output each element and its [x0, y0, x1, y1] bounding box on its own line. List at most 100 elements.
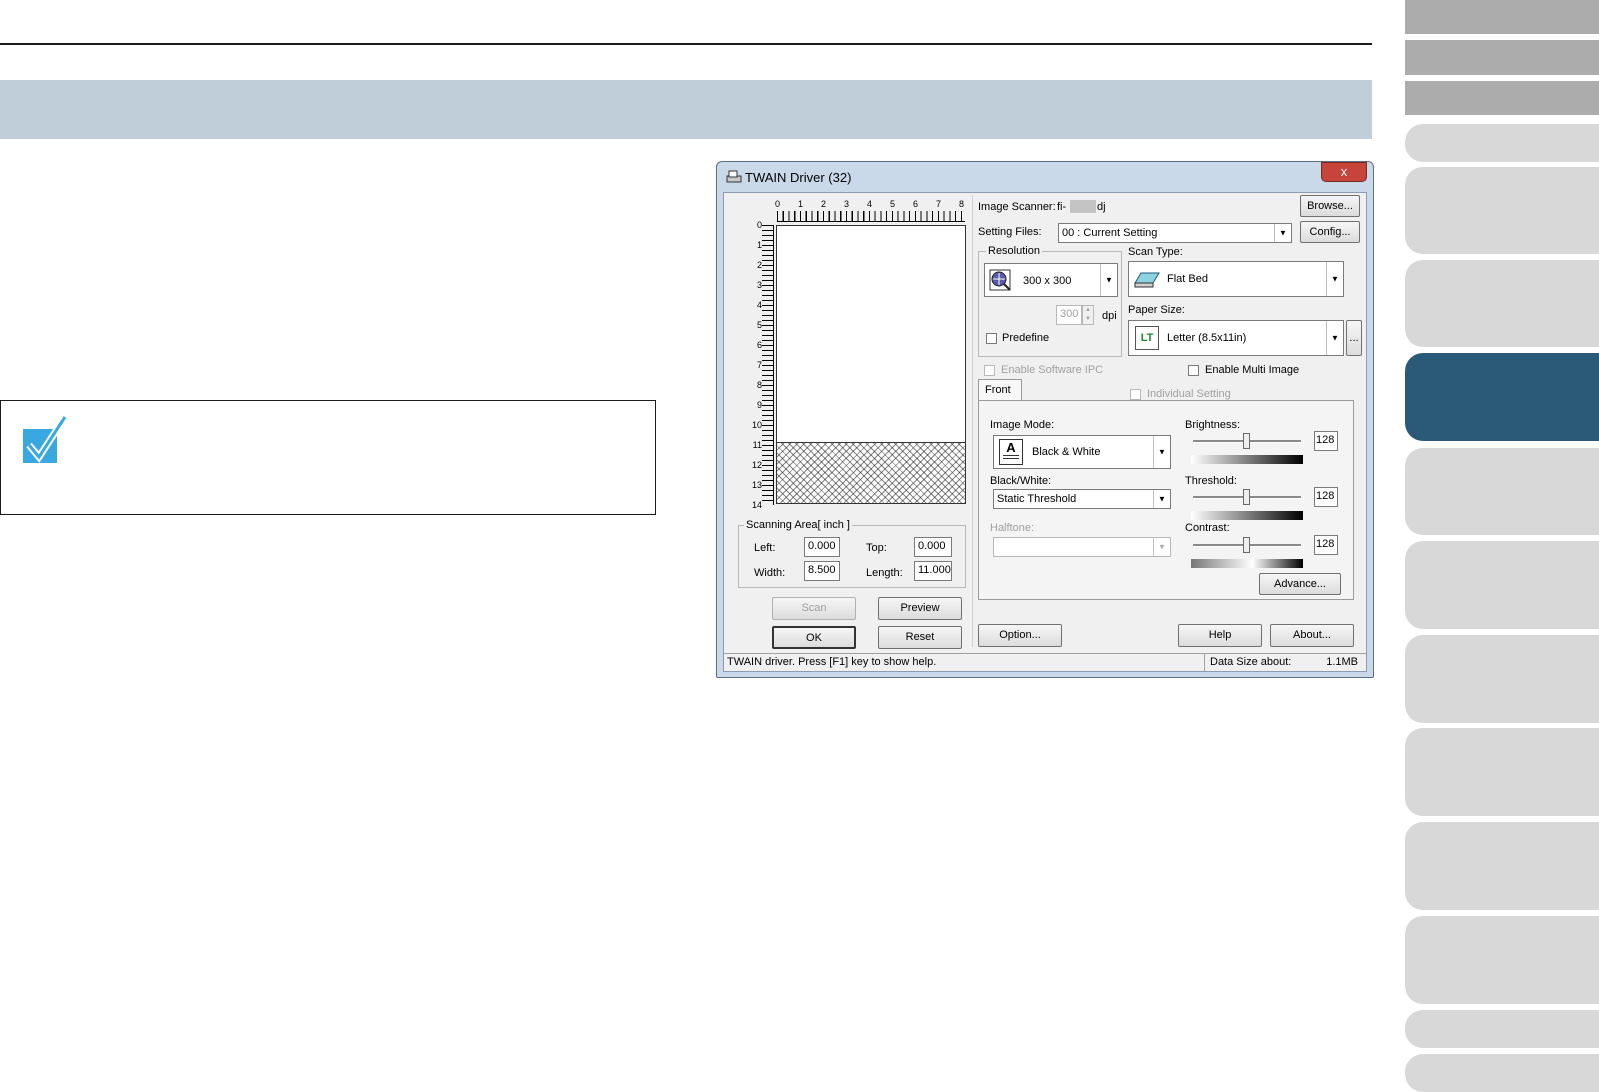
enable-multi-image-checkbox[interactable] — [1188, 365, 1199, 376]
status-text: TWAIN driver. Press [F1] key to show hel… — [727, 656, 937, 668]
contrast-slider-thumb[interactable] — [1243, 537, 1250, 553]
status-divider — [1204, 654, 1205, 671]
individual-setting-label: Individual Setting — [1147, 388, 1231, 400]
length-label: Length: — [866, 567, 903, 579]
about-button[interactable]: About... — [1270, 624, 1354, 647]
nav-tab-12[interactable] — [1405, 1054, 1599, 1092]
left-input[interactable]: 0.000 — [804, 537, 840, 557]
ruler-tick-label: 13 — [751, 480, 762, 490]
resolution-select[interactable]: 300 x 300 ▼ — [984, 263, 1118, 297]
nav-tab-top-1[interactable] — [1405, 0, 1599, 34]
nav-tab-11[interactable] — [1405, 1010, 1599, 1048]
paper-size-select[interactable]: LT Letter (8.5x11in) ▼ — [1128, 320, 1344, 356]
chevron-down-icon[interactable]: ▼ — [1153, 490, 1170, 508]
nav-tab-10[interactable] — [1405, 916, 1599, 1004]
nav-tab-9[interactable] — [1405, 822, 1599, 910]
chevron-down-icon[interactable]: ▼ — [1326, 321, 1343, 355]
brightness-slider-thumb[interactable] — [1243, 433, 1250, 449]
paper-size-more-button[interactable]: ... — [1346, 320, 1362, 356]
image-mode-value: Black & White — [1032, 446, 1101, 458]
dpi-spin-buttons[interactable]: ▲ ▼ — [1082, 305, 1094, 325]
nav-tab-8[interactable] — [1405, 728, 1599, 816]
section-heading-band — [0, 80, 1372, 139]
nav-tab-1[interactable] — [1405, 124, 1599, 162]
dpi-spin-input[interactable]: 300 — [1056, 305, 1082, 325]
image-mode-select[interactable]: A Black & White ▼ — [993, 435, 1171, 469]
nav-tab-7[interactable] — [1405, 635, 1599, 723]
ruler-ticks-left — [762, 225, 774, 505]
ok-button[interactable]: OK — [772, 626, 856, 649]
black-white-select[interactable]: Static Threshold ▼ — [993, 489, 1171, 509]
unscanned-region — [776, 442, 966, 504]
ruler-tick-label: 6 — [913, 199, 919, 209]
help-button[interactable]: Help — [1178, 624, 1262, 647]
nav-tab-top-2[interactable] — [1405, 40, 1599, 75]
predefine-checkbox[interactable] — [986, 333, 997, 344]
ruler-tick-label: 2 — [821, 199, 827, 209]
chevron-down-icon[interactable]: ▼ — [1100, 264, 1117, 296]
reset-button[interactable]: Reset — [878, 626, 962, 649]
scan-button[interactable]: Scan — [772, 597, 856, 620]
browse-button[interactable]: Browse... — [1300, 195, 1360, 217]
nav-tab-4-active[interactable] — [1405, 353, 1599, 441]
tab-panel: Image Mode: A Black & White ▼ Black/Whit… — [978, 400, 1354, 600]
setting-files-select[interactable]: 00 : Current Setting ▼ — [1058, 223, 1292, 243]
checkmark-note-icon — [23, 415, 68, 463]
chevron-down-icon[interactable]: ▼ — [1153, 436, 1170, 468]
threshold-gradient — [1191, 511, 1303, 520]
enable-software-ipc-checkbox[interactable] — [984, 365, 995, 376]
length-input[interactable]: 11.000 — [914, 561, 952, 581]
left-label: Left: — [754, 542, 776, 554]
nav-tab-2[interactable] — [1405, 167, 1599, 254]
image-scanner-label: Image Scanner: — [978, 201, 1056, 213]
tab-front[interactable]: Front — [978, 379, 1022, 401]
nav-tab-top-3[interactable] — [1405, 81, 1599, 115]
advance-button[interactable]: Advance... — [1259, 573, 1341, 595]
black-white-value: Static Threshold — [997, 493, 1077, 505]
flatbed-scanner-icon — [1134, 272, 1160, 288]
ruler-tick-label: 8 — [959, 199, 965, 209]
image-scanner-value: fi- — [1057, 201, 1067, 213]
ruler-top: 0 1 2 3 4 5 6 7 8 — [775, 199, 967, 223]
threshold-input[interactable]: 128 — [1314, 487, 1338, 507]
setting-files-label: Setting Files: — [978, 226, 1042, 238]
option-button[interactable]: Option... — [978, 624, 1062, 647]
top-input[interactable]: 0.000 — [914, 537, 952, 557]
note-box — [0, 400, 656, 515]
threshold-slider-thumb[interactable] — [1243, 489, 1250, 505]
resolution-legend: Resolution — [986, 245, 1042, 257]
brightness-input[interactable]: 128 — [1314, 431, 1338, 451]
text-document-icon: A — [999, 439, 1023, 465]
contrast-gradient — [1191, 559, 1303, 568]
width-input[interactable]: 8.500 — [804, 561, 840, 581]
setting-files-value: 00 : Current Setting — [1062, 227, 1158, 239]
ruler-tick-label: 12 — [751, 460, 762, 470]
scan-area-preview[interactable] — [776, 225, 966, 443]
individual-setting-checkbox[interactable] — [1130, 389, 1141, 400]
ruler-tick-label: 0 — [775, 199, 781, 209]
preview-button[interactable]: Preview — [878, 597, 962, 620]
contrast-input[interactable]: 128 — [1314, 535, 1338, 555]
ruler-tick-label: 1 — [798, 199, 804, 209]
ruler-ticks-top — [777, 211, 965, 222]
nav-tab-5[interactable] — [1405, 448, 1599, 535]
nav-tab-6[interactable] — [1405, 541, 1599, 629]
chevron-down-icon[interactable]: ▼ — [1326, 262, 1343, 296]
contrast-label: Contrast: — [1185, 522, 1230, 534]
ruler-tick-label: 5 — [890, 199, 896, 209]
scan-type-select[interactable]: Flat Bed ▼ — [1128, 261, 1344, 297]
enable-multi-image-label: Enable Multi Image — [1205, 364, 1300, 376]
enable-software-ipc-label: Enable Software IPC — [1001, 364, 1104, 376]
config-button[interactable]: Config... — [1300, 221, 1360, 243]
nav-tab-3[interactable] — [1405, 260, 1599, 347]
dpi-label: dpi — [1102, 310, 1117, 322]
ruler-tick-label: 14 — [751, 500, 762, 510]
ruler-left: 0 1 2 3 4 5 6 7 8 9 10 11 12 13 14 — [746, 220, 774, 510]
close-button[interactable]: x — [1321, 162, 1367, 182]
image-mode-label: Image Mode: — [990, 419, 1055, 431]
threshold-label: Threshold: — [1185, 475, 1237, 487]
halftone-select[interactable]: ▼ — [993, 537, 1171, 557]
chevron-down-icon[interactable]: ▼ — [1274, 224, 1291, 242]
scanning-area-legend: Scanning Area[ inch ] — [744, 519, 852, 531]
chevron-down-icon[interactable]: ▼ — [1153, 538, 1170, 556]
